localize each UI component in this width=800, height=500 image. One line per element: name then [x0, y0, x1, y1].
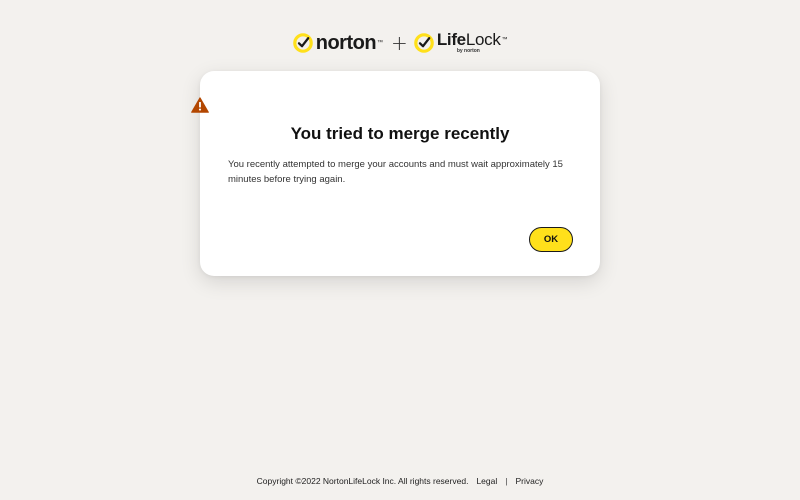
by-norton-label: by norton: [456, 48, 480, 54]
lifelock-life: Life: [436, 30, 466, 49]
footer-separator: |: [505, 476, 508, 486]
lifelock-trademark: ™: [501, 37, 508, 43]
plus-symbol: +: [391, 31, 408, 55]
warning-icon: [191, 97, 209, 113]
norton-logo: norton ™: [292, 32, 384, 54]
norton-trademark: ™: [377, 40, 384, 46]
ok-button[interactable]: OK: [529, 227, 573, 252]
dialog-message: You recently attempted to merge your acc…: [228, 159, 563, 185]
page: norton ™ + LifeLock™ by norton You tried…: [0, 0, 800, 500]
lifelock-check-icon: [414, 33, 434, 53]
dialog-title: You tried to merge recently: [290, 124, 510, 143]
copyright-text: Copyright ©2022 NortonLifeLock Inc. All …: [256, 476, 469, 486]
norton-check-icon: [292, 33, 313, 53]
lifelock-lock: Lock: [465, 30, 501, 49]
logo-bar: norton ™ + LifeLock™ by norton: [0, 30, 800, 56]
norton-wordmark: norton: [315, 32, 377, 54]
lifelock-wordmark: LifeLock™ by norton: [436, 30, 508, 54]
privacy-link[interactable]: Privacy: [515, 476, 543, 486]
lifelock-logo: LifeLock™ by norton: [414, 30, 508, 54]
footer: Copyright ©2022 NortonLifeLock Inc. All …: [0, 474, 800, 488]
legal-link[interactable]: Legal: [476, 476, 497, 486]
